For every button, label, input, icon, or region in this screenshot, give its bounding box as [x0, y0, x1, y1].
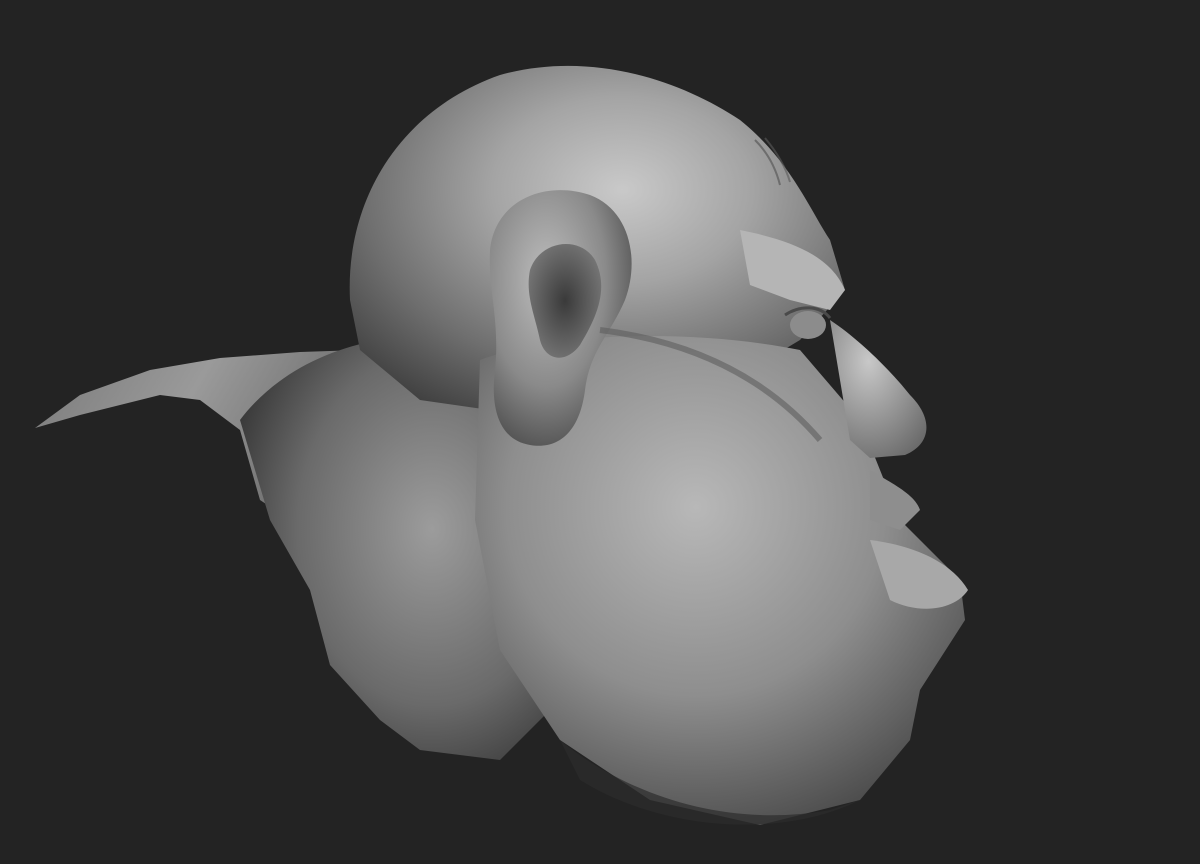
sculpt-render — [35, 65, 968, 825]
upper-lip — [870, 470, 920, 530]
eye — [790, 311, 826, 339]
render-viewport — [0, 0, 1200, 864]
